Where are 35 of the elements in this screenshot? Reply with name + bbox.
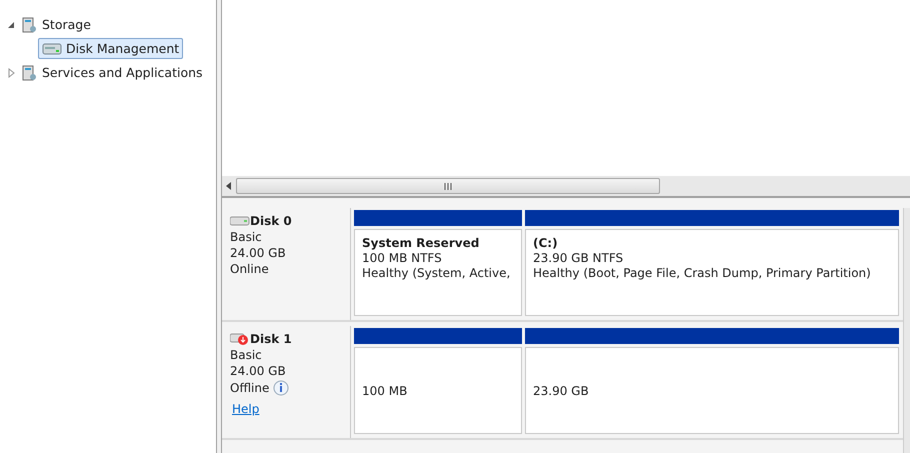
help-link[interactable]: Help	[232, 402, 342, 416]
server-icon	[20, 64, 38, 82]
partition-card[interactable]: 100 MB	[354, 347, 522, 434]
expand-arrow-icon[interactable]	[6, 68, 16, 78]
scrollbar-thumb[interactable]	[236, 178, 660, 194]
disk-status: Online	[230, 262, 269, 276]
disk-status: Offline	[230, 381, 270, 395]
partition-size: 23.90 GB NTFS	[533, 251, 624, 265]
partition-status: Healthy (System, Active,	[362, 266, 512, 280]
server-icon	[20, 16, 38, 34]
partition-title: (C:)	[533, 236, 559, 250]
disk-name: Disk 0	[250, 214, 292, 228]
tree-item[interactable]: Services and Applications	[16, 62, 207, 83]
partition-card[interactable]: (C:) 23.90 GB NTFS Healthy (Boot, Page File, Crash Dump, Primary Partition)	[525, 229, 899, 316]
drive-icon	[42, 40, 62, 56]
disk-name: Disk 1	[250, 332, 292, 346]
partition-title: System Reserved	[362, 236, 480, 250]
disk-size: 24.00 GB	[230, 364, 287, 378]
horizontal-scrollbar[interactable]	[222, 176, 910, 198]
partition-size: 100 MB	[362, 384, 408, 398]
tree-item[interactable]: Storage	[16, 14, 95, 35]
disk-size: 24.00 GB	[230, 246, 287, 260]
collapse-arrow-icon[interactable]	[6, 20, 16, 30]
partition-card[interactable]: System Reserved 100 MB NTFS Healthy (System, Active,	[354, 229, 522, 316]
disk-type: Basic	[230, 348, 263, 362]
scroll-left-icon[interactable]	[226, 182, 232, 190]
disk-type: Basic	[230, 230, 263, 244]
partition-size: 23.90 GB	[533, 384, 590, 398]
grip-icon	[444, 182, 452, 190]
partition-status: Healthy (Boot, Page File, Crash Dump, Primary Partition)	[533, 266, 872, 280]
tree-item[interactable]: Disk Management	[38, 38, 184, 59]
partition-card[interactable]: 23.90 GB	[525, 347, 899, 434]
vertical-scrollbar[interactable]	[903, 208, 910, 453]
info-icon	[273, 380, 290, 396]
partition-size: 100 MB NTFS	[362, 251, 443, 265]
